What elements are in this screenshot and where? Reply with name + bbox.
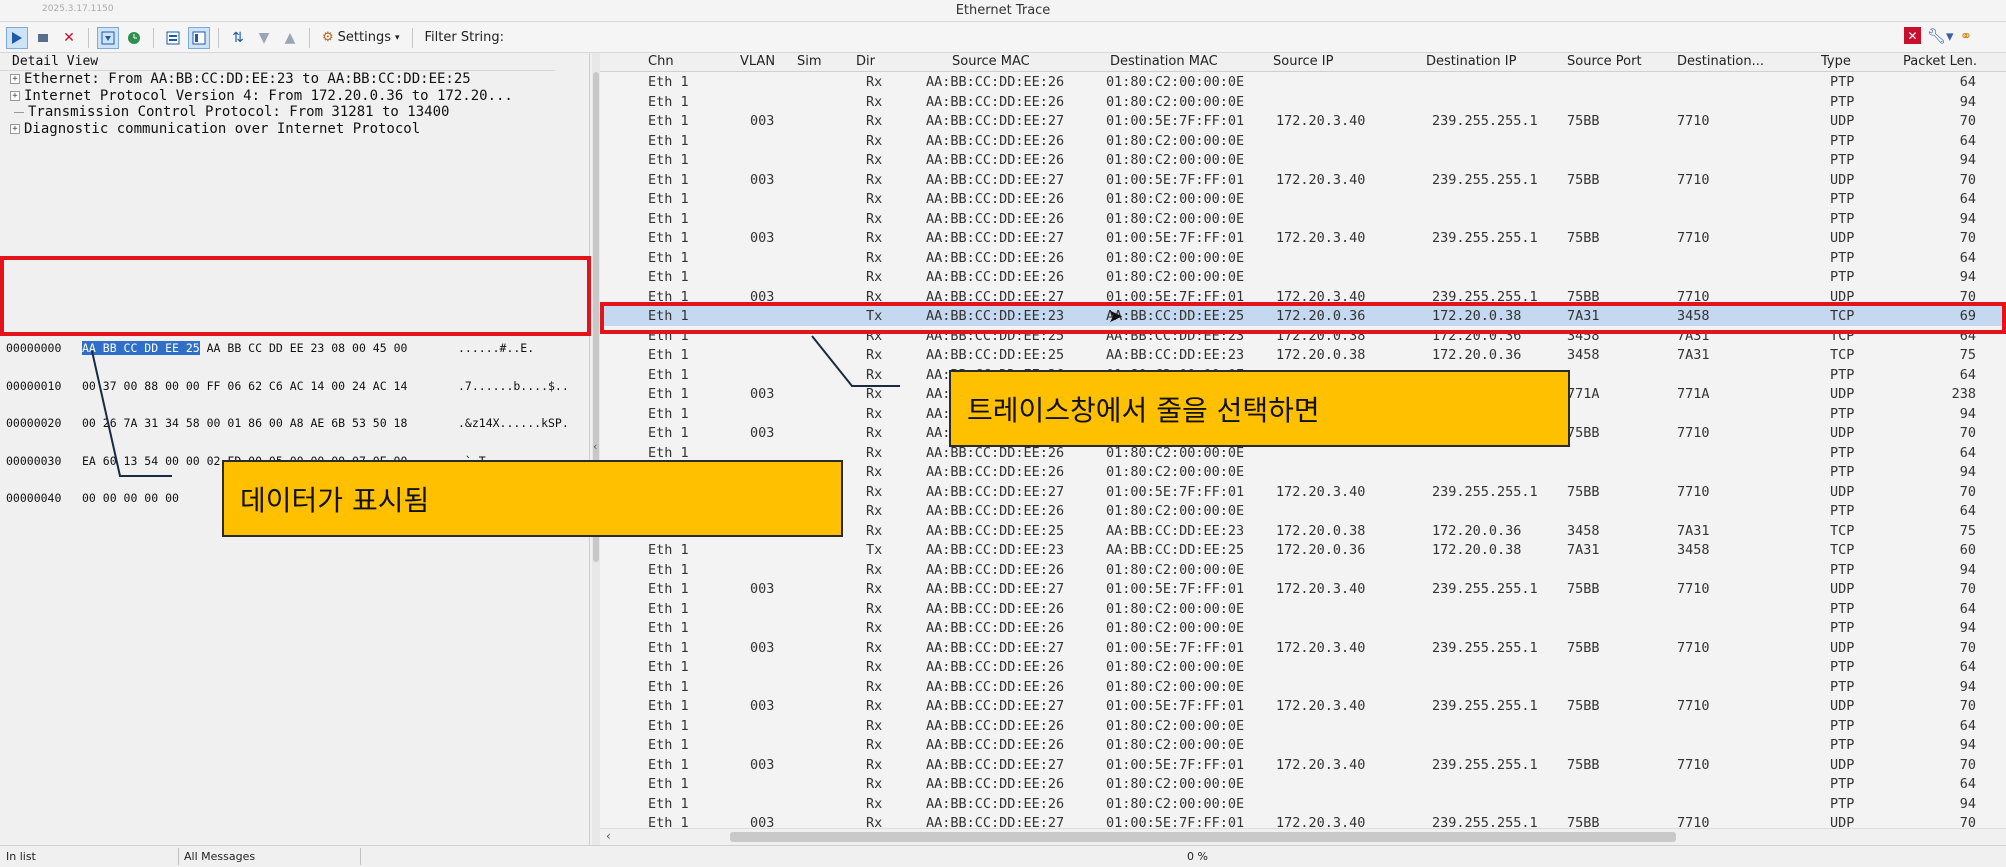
callout-data-shown: 데이터가 표시됨: [222, 460, 843, 537]
callout-select-row: 트레이스창에서 줄을 선택하면: [949, 370, 1570, 447]
mouse-cursor-icon: ➤: [1108, 306, 1124, 327]
